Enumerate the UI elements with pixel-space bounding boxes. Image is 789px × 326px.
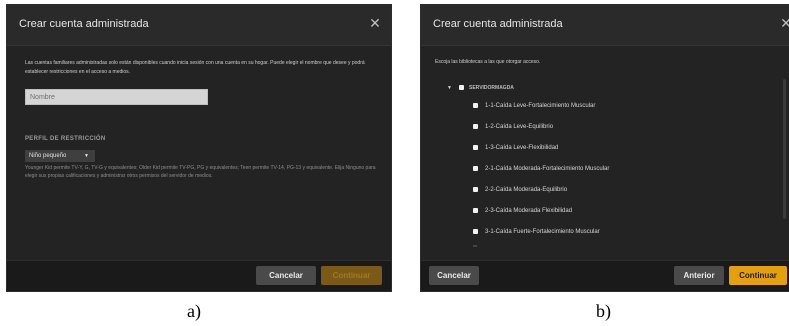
continue-button[interactable]: Continuar <box>729 266 787 285</box>
library-label: 1-3-Caída Leve-Flexibilidad <box>485 145 559 151</box>
dialog-footer: Cancelar Continuar <box>7 260 391 291</box>
library-label: 3-1-Caída Fuerte-Fortalecimiento Muscula… <box>485 229 600 235</box>
previous-button[interactable]: Anterior <box>674 266 724 285</box>
library-checkbox[interactable] <box>473 103 478 108</box>
close-icon[interactable]: ✕ <box>367 15 383 31</box>
create-managed-account-dialog-b: Crear cuenta administrada ✕ Escoja las b… <box>420 4 789 292</box>
dialog-footer: Cancelar Anterior Continuar <box>421 260 789 291</box>
scrollbar[interactable] <box>783 79 786 219</box>
name-input[interactable]: Nombre <box>25 89 208 105</box>
intro-text: Escoja las bibliotecas a las que otorgar… <box>435 59 541 65</box>
library-checkbox[interactable] <box>473 166 478 171</box>
library-checkbox[interactable] <box>473 124 478 129</box>
library-checkbox[interactable] <box>473 187 478 192</box>
dialog-header: Crear cuenta administrada ✕ <box>421 5 789 46</box>
library-label: 2-2-Caída Moderada-Equilibrio <box>485 187 568 193</box>
close-icon[interactable]: ✕ <box>778 15 789 31</box>
library-checkbox[interactable] <box>473 208 478 213</box>
dialog-header: Crear cuenta administrada ✕ <box>7 5 391 46</box>
dialog-title: Crear cuenta administrada <box>19 18 149 30</box>
library-label: 2-1-Caída Moderada-Fortalecimiento Muscu… <box>485 166 610 172</box>
library-label: 2-3-Caída Moderada Flexibilidad <box>485 208 573 214</box>
restriction-profile-select[interactable]: Niño pequeño ▼ <box>25 150 95 162</box>
library-checkbox[interactable] <box>473 229 478 234</box>
caption-a: a) <box>187 301 201 321</box>
chevron-down-icon[interactable]: ▼ <box>447 83 452 93</box>
caption-b: b) <box>596 301 611 321</box>
server-checkbox[interactable] <box>459 85 464 90</box>
server-name: SERVIDORMAGDA <box>469 85 514 91</box>
intro-text: Las cuentas familiares administradas sol… <box>25 60 365 75</box>
create-managed-account-dialog-a: Crear cuenta administrada ✕ Las cuentas … <box>6 4 392 292</box>
library-checkbox[interactable] <box>473 145 478 150</box>
continue-button[interactable]: Continuar <box>321 266 382 285</box>
cancel-button[interactable]: Cancelar <box>429 266 479 285</box>
restriction-profile-label: PERFIL DE RESTRICCIÓN <box>25 136 106 142</box>
list-overflow-indicator <box>473 245 477 247</box>
library-label: 1-1-Caída Leve-Fortalecimiento Muscular <box>485 103 596 109</box>
caret-down-icon: ▼ <box>84 153 89 159</box>
select-value: Niño pequeño <box>29 153 67 159</box>
cancel-button[interactable]: Cancelar <box>256 266 316 285</box>
profile-description: Younger Kid permite TV-Y, G, TV-G y equi… <box>25 165 376 179</box>
dialog-title: Crear cuenta administrada <box>433 18 563 30</box>
library-label: 1-2-Caída Leve-Equilibrio <box>485 124 554 130</box>
